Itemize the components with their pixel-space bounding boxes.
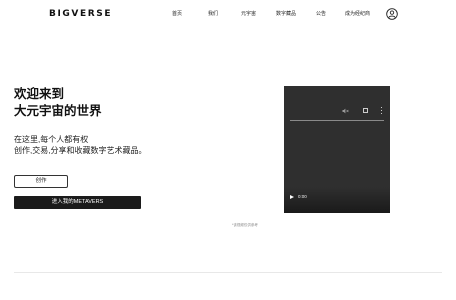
hero-description-line-1: 在这里,每个人都有权 [14,135,89,144]
hero-title-line-1: 欢迎来到 [14,87,65,101]
hero-title: 欢迎来到 大元宇宙的世界 [14,86,102,120]
more-vertical-icon[interactable] [381,107,383,115]
hero-title-line-2: 大元宇宙的世界 [14,104,102,118]
page: BIGVERSE 首页 我们 元宇宙 数字藏品 公告 成为经纪商 欢迎来到 大元… [0,0,456,300]
mute-icon[interactable] [342,108,349,114]
nav-item-home[interactable]: 首页 [172,11,182,17]
enter-metaverse-button[interactable]: 进入我的METAVERS [14,196,141,209]
hero-description-line-2: 创作,交易,分享和收藏数字艺术藏品。 [14,146,147,155]
section-divider [14,272,442,273]
video-progress-bar[interactable] [290,120,384,121]
create-button[interactable]: 创作 [14,175,68,188]
nav-item-collectibles[interactable]: 数字藏品 [276,11,296,17]
fullscreen-icon[interactable] [363,108,368,113]
nav-item-announcements[interactable]: 公告 [316,11,326,17]
nav-item-about[interactable]: 我们 [208,11,218,17]
video-time: 0:00 [298,194,307,199]
nav-item-become-broker[interactable]: 成为经纪商 [345,11,370,17]
video-controls [284,187,390,213]
play-icon[interactable] [290,195,294,199]
hero-description: 在这里,每个人都有权 创作,交易,分享和收藏数字艺术藏品。 [14,134,146,156]
video-caption: *该视频仅供参考 [232,223,258,227]
video-player[interactable]: 0:00 [284,86,390,213]
user-icon[interactable] [386,8,398,20]
nav-item-metaverse[interactable]: 元宇宙 [241,11,256,17]
